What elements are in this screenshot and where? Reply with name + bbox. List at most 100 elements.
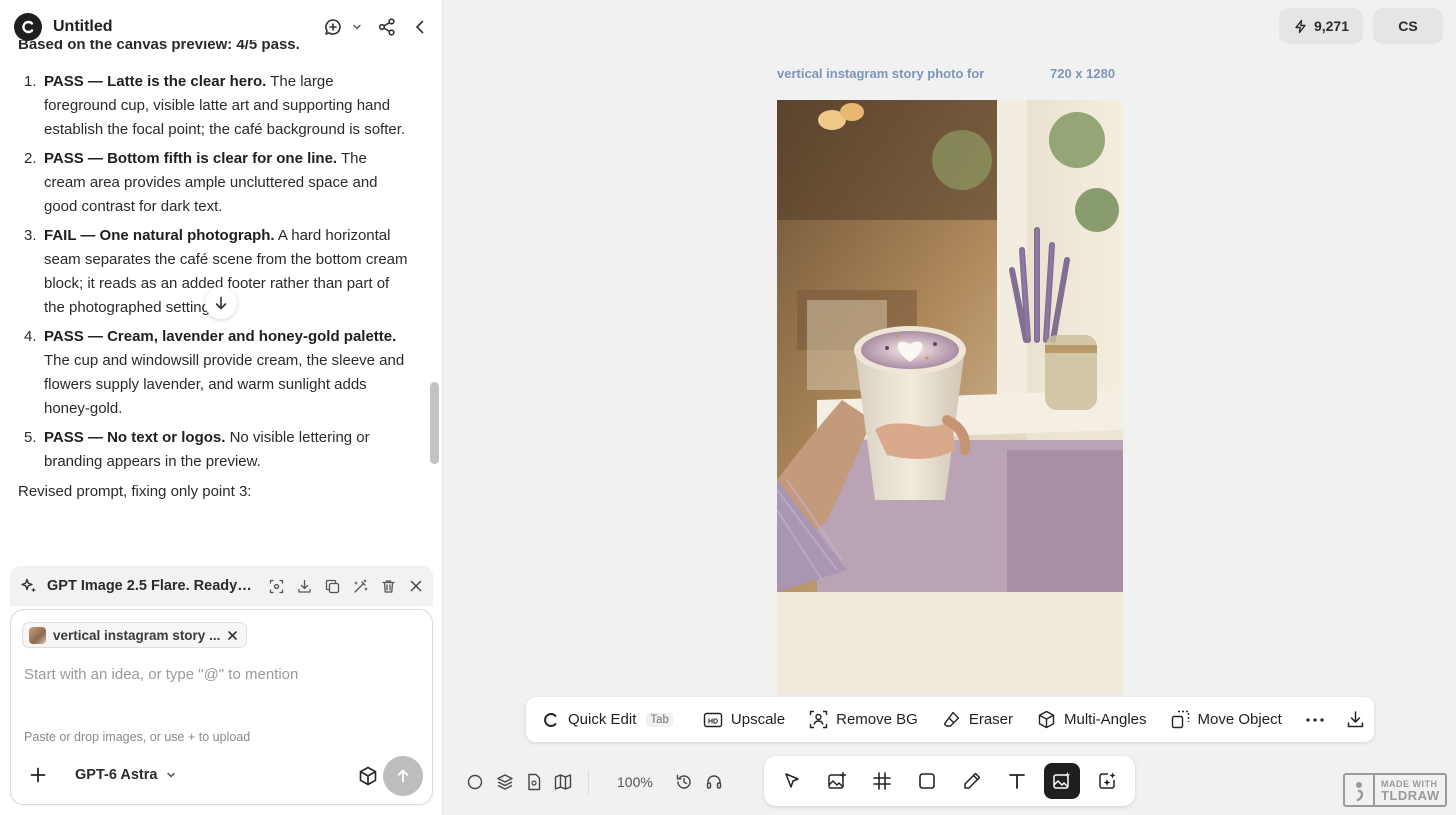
- tldraw-logo-icon: [1345, 775, 1375, 805]
- delete-button[interactable]: [381, 579, 396, 594]
- share-button[interactable]: [377, 17, 397, 37]
- multi-angles-button[interactable]: Multi-Angles: [1037, 704, 1157, 736]
- list-item: 2. PASS — Bottom fifth is clear for one l…: [18, 147, 408, 219]
- chevron-down-icon: [353, 24, 361, 30]
- 3d-mode-button[interactable]: [357, 765, 379, 787]
- page-button[interactable]: [526, 773, 542, 791]
- text-tool[interactable]: [999, 763, 1035, 799]
- image-thumbnail: [29, 626, 46, 644]
- remove-background-icon: [809, 710, 828, 729]
- revised-prompt-text: Revised prompt, fixing only point 3:: [18, 483, 252, 500]
- eraser-label: Eraser: [968, 711, 1013, 728]
- move-object-icon: [1171, 710, 1189, 729]
- zoom-level[interactable]: 100%: [617, 774, 653, 790]
- hash-icon: [873, 772, 891, 790]
- arrow-down-icon: [215, 296, 227, 310]
- focus-icon: [269, 579, 284, 593]
- prompt-input[interactable]: [24, 662, 419, 686]
- map-button[interactable]: [554, 773, 572, 791]
- canvas-controls: 100%: [466, 770, 723, 794]
- frame-tool[interactable]: [864, 763, 900, 799]
- document-icon: [528, 773, 541, 791]
- list-item-heading: PASS — Latte is the clear hero.: [44, 73, 267, 90]
- download-icon: [1347, 711, 1363, 728]
- watermark-line2: TLDRAW: [1381, 788, 1440, 803]
- review-list: 1. PASS — Latte is the clear hero. The la…: [18, 70, 408, 474]
- map-icon: [554, 774, 572, 790]
- support-button[interactable]: [705, 773, 723, 791]
- app-logo-icon[interactable]: [14, 13, 42, 41]
- made-with-tldraw-badge[interactable]: MADE WITH TLDRAW: [1343, 773, 1447, 807]
- frame-size: 720 x 1280: [1050, 66, 1116, 81]
- rectangle-tool[interactable]: [909, 763, 945, 799]
- focus-button[interactable]: [269, 579, 284, 594]
- sparkle-icon: [21, 578, 36, 593]
- list-item-text: The cup and windowsill provide cream, th…: [44, 352, 405, 417]
- list-number: 3.: [24, 227, 37, 244]
- image-upload-icon: [828, 771, 847, 789]
- credits-button[interactable]: 9,271: [1279, 8, 1363, 44]
- upscale-button[interactable]: HD Upscale: [703, 704, 795, 736]
- list-number: 1.: [24, 73, 37, 90]
- list-number: 2.: [24, 150, 37, 167]
- magic-tool[interactable]: [1089, 763, 1125, 799]
- upload-hint: Paste or drop images, or use + to upload: [24, 730, 251, 744]
- pencil-icon: [964, 772, 981, 789]
- trash-icon: [382, 579, 395, 593]
- close-icon: [410, 580, 422, 592]
- image-generate-tool[interactable]: [1043, 763, 1080, 799]
- headset-icon: [706, 775, 722, 789]
- chat-panel: Untitled Based on the canvas preview: 4/…: [0, 0, 443, 815]
- cafe-latte-photo: [777, 100, 1123, 695]
- cursor-icon: [785, 773, 800, 788]
- layers-button[interactable]: [496, 773, 514, 791]
- remove-attachment-button[interactable]: [227, 630, 238, 641]
- chat-scrollbar[interactable]: [430, 382, 439, 464]
- chat-plus-icon: [325, 19, 341, 35]
- send-button[interactable]: [383, 756, 423, 796]
- copy-button[interactable]: [325, 579, 340, 594]
- more-options-button[interactable]: [1304, 704, 1336, 736]
- sparkle-square-icon: [1098, 772, 1116, 789]
- new-chat-menu-button[interactable]: [323, 17, 363, 37]
- image-upload-tool[interactable]: [819, 763, 855, 799]
- pencil-tool[interactable]: [954, 763, 990, 799]
- canvas[interactable]: 9,271 CS vertical instagram story photo …: [444, 0, 1456, 815]
- move-object-button[interactable]: Move Object: [1171, 704, 1292, 736]
- add-attachment-button[interactable]: [29, 766, 47, 784]
- layers-icon: [497, 774, 513, 790]
- more-horizontal-icon: [1306, 717, 1324, 722]
- generated-image[interactable]: [777, 100, 1123, 695]
- list-item: 5. PASS — No text or logos. No visible le…: [18, 426, 408, 474]
- user-avatar-button[interactable]: CS: [1373, 8, 1443, 44]
- list-item-heading: PASS — Cream, lavender and honey-gold pa…: [44, 328, 397, 345]
- download-image-button[interactable]: [297, 579, 312, 594]
- collapse-panel-button[interactable]: [411, 18, 429, 36]
- quick-edit-label: Quick Edit: [568, 711, 637, 728]
- remove-bg-button[interactable]: Remove BG: [809, 704, 928, 736]
- magic-edit-button[interactable]: [353, 578, 368, 594]
- shape-button[interactable]: [466, 773, 484, 791]
- close-generation-button[interactable]: [409, 579, 423, 593]
- document-title[interactable]: Untitled: [53, 18, 113, 36]
- quick-edit-button[interactable]: Quick Edit Tab: [542, 704, 683, 736]
- eraser-button[interactable]: Eraser: [942, 704, 1023, 736]
- history-button[interactable]: [675, 773, 693, 791]
- circle-icon: [467, 774, 483, 790]
- frame-label[interactable]: vertical instagram story photo for: [777, 66, 984, 81]
- scroll-to-bottom-button[interactable]: [205, 287, 237, 319]
- multi-angles-label: Multi-Angles: [1064, 711, 1147, 728]
- model-selector[interactable]: GPT-6 Astra: [75, 767, 177, 783]
- list-number: 5.: [24, 429, 37, 446]
- select-tool[interactable]: [774, 763, 810, 799]
- list-item-heading: PASS — Bottom fifth is clear for one lin…: [44, 150, 338, 167]
- cube-icon: [359, 766, 377, 786]
- list-item: 1. PASS — Latte is the clear hero. The la…: [18, 70, 408, 142]
- cube-icon: [1038, 710, 1055, 729]
- download-button[interactable]: [1346, 704, 1365, 736]
- chat-cutoff-text: Based on the canvas preview: 4/5 pass.: [18, 40, 300, 53]
- list-number: 4.: [24, 328, 37, 345]
- attached-image-chip[interactable]: vertical instagram story ...: [22, 622, 248, 648]
- image-sparkle-icon: [1052, 772, 1070, 789]
- square-icon: [919, 773, 935, 789]
